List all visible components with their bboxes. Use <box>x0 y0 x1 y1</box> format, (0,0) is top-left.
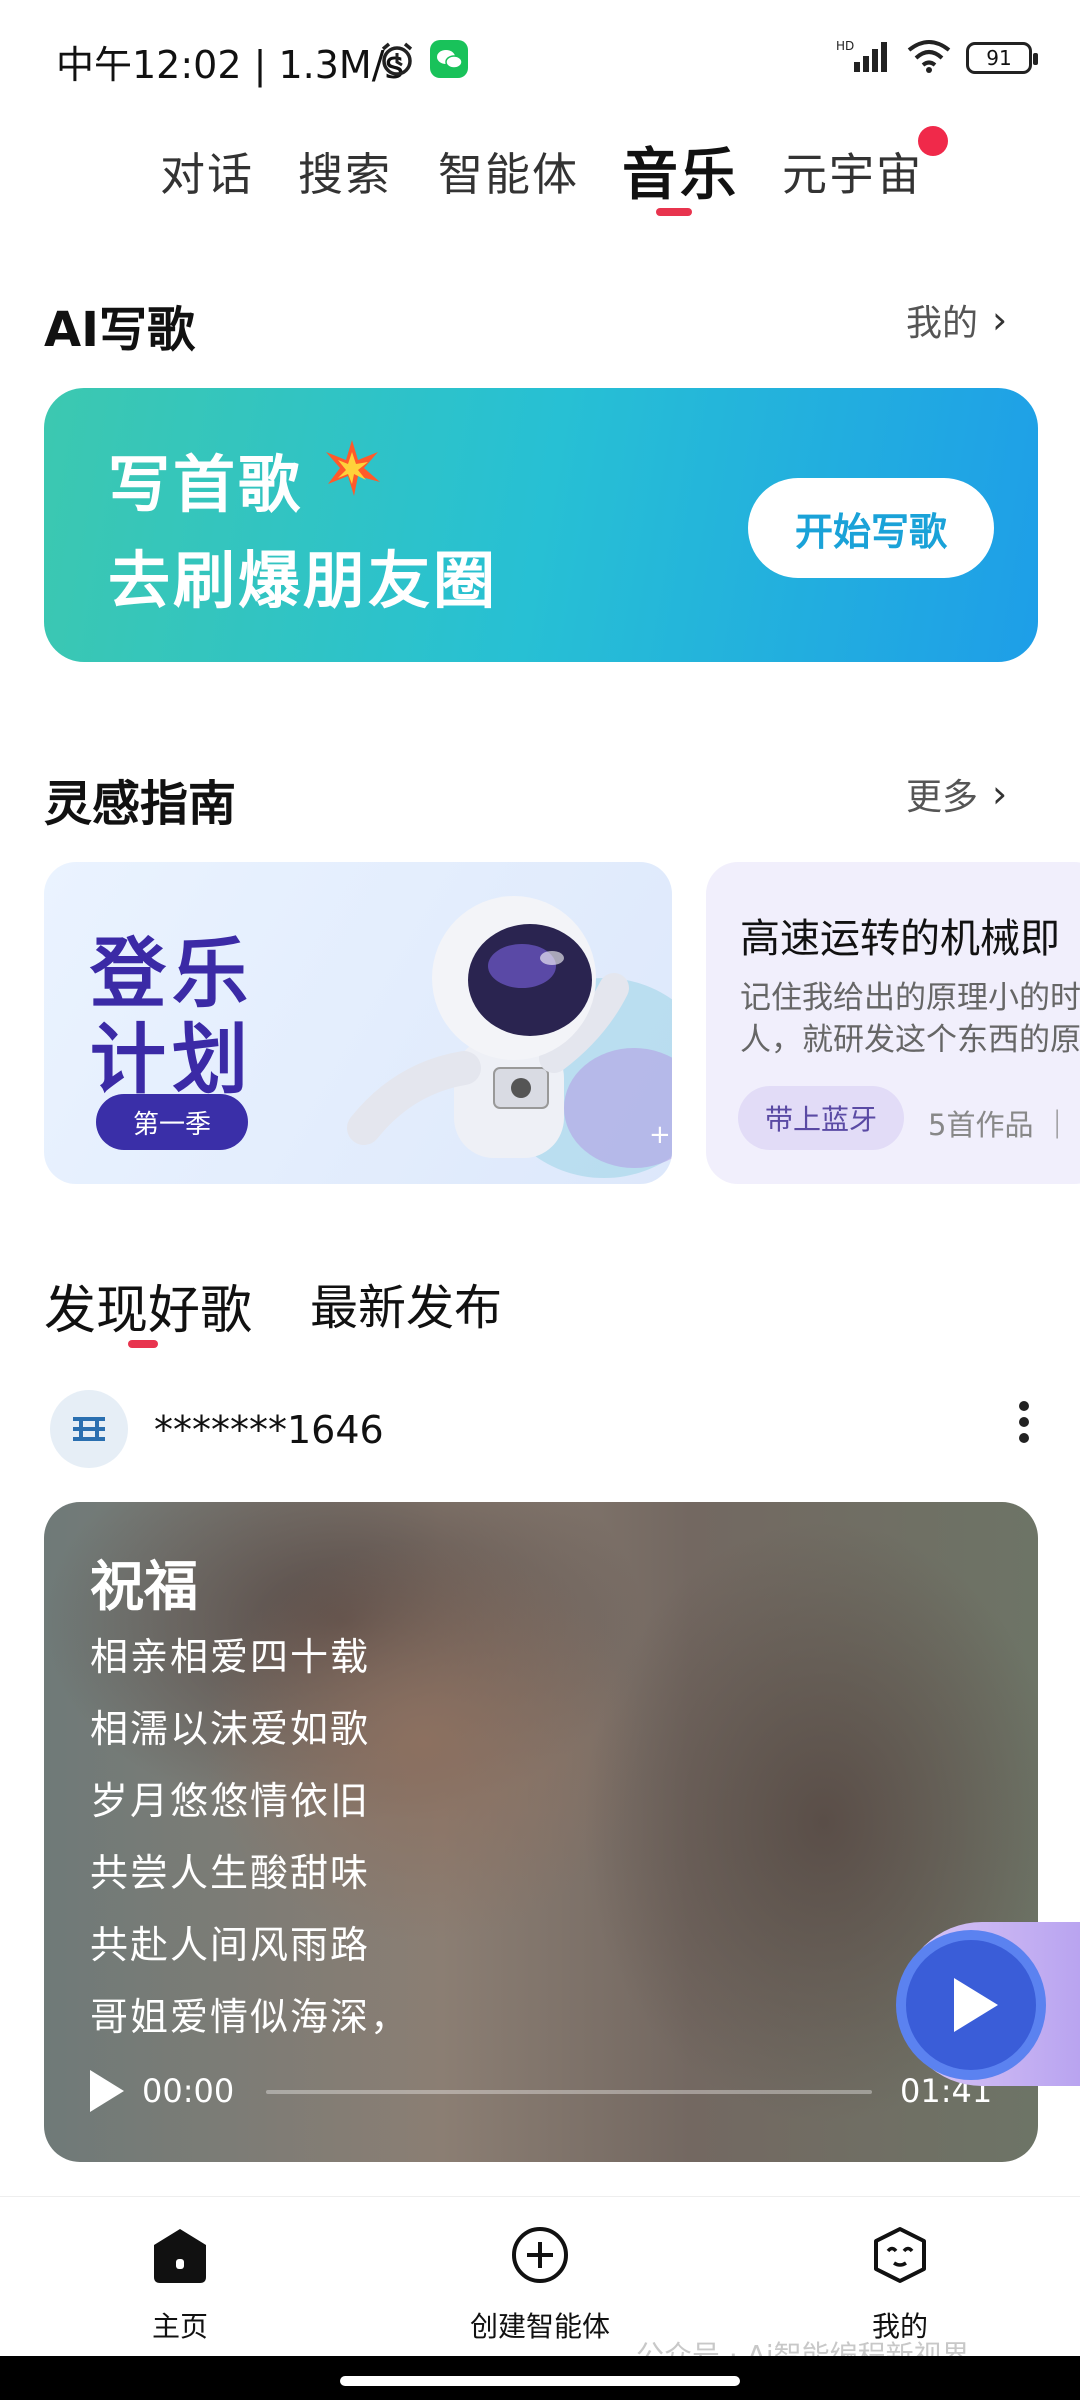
status-time: 中午12:02 | 1.3M/s <box>56 43 405 87</box>
tab-dialogue[interactable]: 对话 <box>160 138 254 203</box>
status-bar: 中午12:02 | 1.3M/s HD 91 <box>0 0 1080 120</box>
song-title: 祝福 <box>90 1555 198 1618</box>
tab-search[interactable]: 搜索 <box>298 138 392 203</box>
alarm-icon <box>378 40 416 82</box>
tab-metaverse[interactable]: 元宇宙 <box>782 138 923 203</box>
card2-count: 5首作品 ｜ <box>928 1108 1072 1142</box>
card2-title: 高速运转的机械即 <box>740 916 1060 962</box>
banner-line2: 去刷爆朋友圈 <box>108 544 499 617</box>
author-name[interactable]: *******1646 <box>154 1408 384 1452</box>
card2-desc-1: 记住我给出的原理小的时 <box>740 980 1080 1016</box>
battery-icon: 91 <box>966 42 1038 74</box>
wechat-icon <box>430 40 468 78</box>
tab-agents[interactable]: 智能体 <box>438 138 579 203</box>
profile-face-icon <box>870 2225 930 2285</box>
lyric-line: 共尝人生酸甜味 <box>90 1851 371 1895</box>
lyric-line: 哥姐爱情似海深， <box>90 1995 411 2039</box>
nav-profile[interactable]: 我的 <box>780 2225 1020 2345</box>
tab-latest[interactable]: 最新发布 <box>310 1268 502 1338</box>
lyric-line: 相亲相爱四十载 <box>90 1635 371 1679</box>
chevron-right-icon: › <box>992 298 1008 342</box>
inspiration-title: 灵感指南 <box>44 776 237 832</box>
tab-music[interactable]: 音乐 <box>622 130 738 211</box>
current-time: 00:00 <box>142 2072 235 2110</box>
notification-badge <box>918 126 948 156</box>
sparkle-icon <box>322 438 382 511</box>
my-songs-link[interactable]: 我的 › <box>906 294 1007 346</box>
more-label: 更多 <box>906 777 979 818</box>
floating-play-button[interactable] <box>896 1930 1046 2080</box>
inspiration-card-mechanical[interactable]: 高速运转的机械即 记住我给出的原理小的时 人，就研发这个东西的原 带上蓝牙 5首… <box>706 862 1080 1184</box>
song-card[interactable]: 祝福 相亲相爱四十载 相濡以沫爱如歌 岁月悠悠情依旧 共尝人生酸甜味 共赴人间风… <box>44 1502 1038 2162</box>
home-icon <box>150 2225 210 2285</box>
nav-home-label: 主页 <box>151 2310 208 2343</box>
card2-tag: 带上蓝牙 <box>738 1086 904 1150</box>
more-options-icon[interactable] <box>1018 1400 1030 1455</box>
inspiration-more-link[interactable]: 更多 › <box>906 768 1007 820</box>
lyric-line: 共赴人间风雨路 <box>90 1923 371 1967</box>
tab-discover[interactable]: 发现好歌 <box>44 1268 252 1343</box>
plus-circle-icon <box>510 2225 570 2285</box>
bottom-nav: 主页 创建智能体 我的 <box>0 2196 1080 2356</box>
nav-create-label: 创建智能体 <box>469 2310 610 2343</box>
astronaut-illustration: + <box>344 878 672 1184</box>
home-indicator[interactable] <box>340 2376 740 2386</box>
play-icon <box>954 1978 998 2032</box>
lyric-line: 相濡以沫爱如歌 <box>90 1707 371 1751</box>
card1-line2: 计划 <box>90 1015 254 1104</box>
progress-bar[interactable] <box>266 2090 872 2094</box>
inspiration-card-music-plan[interactable]: 登乐 计划 第一季 + <box>44 862 672 1184</box>
start-writing-button[interactable]: 开始写歌 <box>748 478 994 578</box>
play-icon[interactable] <box>90 2070 124 2112</box>
banner-line1: 写首歌 <box>108 448 304 521</box>
season-badge: 第一季 <box>96 1094 248 1150</box>
active-tab-indicator <box>656 208 692 216</box>
chevron-right-icon: › <box>992 772 1008 816</box>
signal-icon: HD <box>836 38 892 78</box>
ai-song-title: AI写歌 <box>44 302 196 358</box>
my-songs-label: 我的 <box>906 303 979 344</box>
song-author-row: *******1646 <box>50 1390 1030 1472</box>
card2-desc-2: 人，就研发这个东西的原 <box>740 1022 1080 1058</box>
battery-level: 91 <box>986 46 1012 70</box>
nav-create-agent[interactable]: 创建智能体 <box>420 2225 660 2345</box>
gesture-bar <box>0 2356 1080 2400</box>
network-label: HD <box>836 39 854 53</box>
avatar[interactable] <box>50 1390 128 1468</box>
svg-text:+: + <box>649 1120 671 1150</box>
write-song-banner[interactable]: 写首歌 去刷爆朋友圈 开始写歌 <box>44 388 1038 662</box>
nav-home[interactable]: 主页 <box>60 2225 300 2345</box>
lyric-line: 岁月悠悠情依旧 <box>90 1779 371 1823</box>
discover-tab-indicator <box>128 1340 158 1348</box>
wifi-icon <box>906 38 952 78</box>
